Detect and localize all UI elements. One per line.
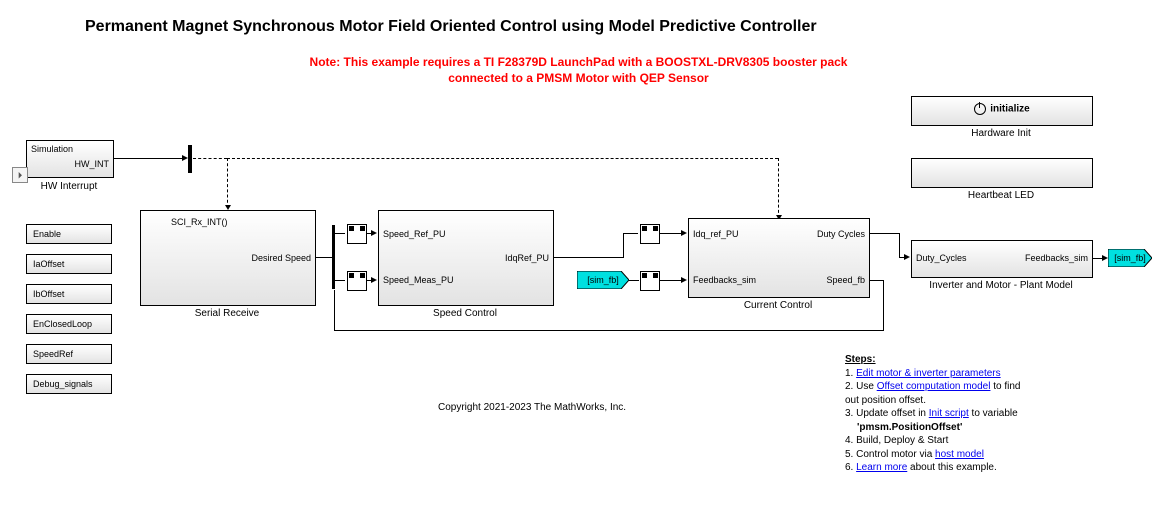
block-hw-interrupt[interactable]: Simulation HW_INT bbox=[26, 140, 114, 178]
note-line-1: Note: This example requires a TI F28379D… bbox=[0, 55, 1157, 69]
datastore-enclosedloop[interactable]: EnClosedLoop bbox=[26, 314, 112, 334]
page-title: Permanent Magnet Synchronous Motor Field… bbox=[85, 18, 817, 36]
datastore-debug-label: Debug_signals bbox=[33, 379, 93, 389]
from-tag-sim-fb[interactable]: [sim_fb] bbox=[577, 271, 629, 289]
datastore-iaoffset[interactable]: IaOffset bbox=[26, 254, 112, 274]
function-call-initiator bbox=[188, 145, 192, 173]
wire-sfb-back bbox=[334, 330, 884, 331]
wire-rc4 bbox=[659, 280, 681, 281]
wire-sfb-v bbox=[883, 280, 884, 330]
datastore-enable[interactable]: Enable bbox=[26, 224, 112, 244]
arrow-rc3 bbox=[681, 230, 687, 236]
port-hw-int-out: HW_INT bbox=[75, 159, 110, 169]
dash-v2 bbox=[778, 158, 779, 218]
datastore-enclosedloop-label: EnClosedLoop bbox=[33, 319, 92, 329]
dash-v1 bbox=[227, 158, 228, 208]
wire-sc-up bbox=[623, 233, 624, 258]
goto-tag-text: [sim_fb] bbox=[1114, 253, 1146, 263]
arrow-rc1 bbox=[371, 230, 377, 236]
block-heartbeat[interactable] bbox=[911, 158, 1093, 188]
wire-demux-top bbox=[335, 233, 345, 234]
rateconv-2[interactable] bbox=[347, 271, 367, 291]
power-icon bbox=[974, 103, 986, 115]
link-learn-more[interactable]: Learn more bbox=[856, 462, 907, 473]
steps-annotation: Steps: 1. Edit motor & inverter paramete… bbox=[845, 353, 1145, 475]
port-idqref-pu: IdqRef_PU bbox=[505, 253, 549, 263]
wire-sfb-v2 bbox=[334, 290, 335, 331]
rateconv-1[interactable] bbox=[347, 224, 367, 244]
link-host-model[interactable]: host model bbox=[935, 449, 984, 460]
port-feedbacks-sim-in: Feedbacks_sim bbox=[693, 275, 756, 285]
dash-h2 bbox=[227, 158, 778, 159]
label-hw-interrupt: HW Interrupt bbox=[26, 181, 112, 192]
copyright: Copyright 2021-2023 The MathWorks, Inc. bbox=[438, 402, 626, 413]
block-plant[interactable]: Duty_Cycles Feedbacks_sim bbox=[911, 240, 1093, 278]
dash-h1 bbox=[193, 158, 227, 159]
steps-header: Steps: bbox=[845, 353, 1145, 367]
wire-duty-v bbox=[899, 233, 900, 257]
wire-sfb-1 bbox=[869, 280, 883, 281]
port-desired-speed: Desired Speed bbox=[251, 253, 311, 263]
wire-sc-up-h bbox=[623, 233, 638, 234]
block-current-control[interactable]: Idq_ref_PU Feedbacks_sim Duty Cycles Spe… bbox=[688, 218, 870, 298]
arrow-duty bbox=[904, 254, 910, 260]
datastore-iboffset[interactable]: IbOffset bbox=[26, 284, 112, 304]
port-speed-meas-pu: Speed_Meas_PU bbox=[383, 275, 454, 285]
wire-hwint-out bbox=[113, 158, 182, 159]
wire-plant-out bbox=[1092, 258, 1102, 259]
port-idq-ref-pu: Idq_ref_PU bbox=[693, 229, 739, 239]
block-serial-receive[interactable]: SCI_Rx_INT() Desired Speed bbox=[140, 210, 316, 306]
datastore-debug[interactable]: Debug_signals bbox=[26, 374, 112, 394]
arrow-rc2 bbox=[371, 277, 377, 283]
label-plant: Inverter and Motor - Plant Model bbox=[911, 280, 1091, 291]
wire-rc3 bbox=[659, 233, 681, 234]
datastore-enable-label: Enable bbox=[33, 229, 61, 239]
rateconv-4[interactable] bbox=[640, 271, 660, 291]
label-hw-init: Hardware Init bbox=[911, 128, 1091, 139]
port-plant-duty: Duty_Cycles bbox=[916, 253, 967, 263]
from-tag-text: [sim_fb] bbox=[587, 275, 619, 285]
link-offset-model[interactable]: Offset computation model bbox=[877, 381, 991, 392]
goto-tag-sim-fb[interactable]: [sim_fb] bbox=[1108, 249, 1152, 267]
datastore-speedref-label: SpeedRef bbox=[33, 349, 73, 359]
wire-sr-demux bbox=[315, 257, 332, 258]
wire-sc-out bbox=[553, 257, 623, 258]
arrow-rc4 bbox=[681, 277, 687, 283]
port-plant-feedbacks: Feedbacks_sim bbox=[1025, 253, 1088, 263]
label-heartbeat: Heartbeat LED bbox=[911, 190, 1091, 201]
port-speed-fb: Speed_fb bbox=[826, 275, 865, 285]
datastore-iboffset-label: IbOffset bbox=[33, 289, 64, 299]
port-duty-cycles: Duty Cycles bbox=[817, 229, 865, 239]
serial-receive-title: SCI_Rx_INT() bbox=[171, 217, 228, 227]
block-speed-control[interactable]: Speed_Ref_PU Speed_Meas_PU IdqRef_PU bbox=[378, 210, 554, 306]
label-current-control: Current Control bbox=[688, 300, 868, 311]
hw-init-text: initialize bbox=[990, 104, 1029, 115]
label-speed-control: Speed Control bbox=[378, 308, 552, 319]
wire-demux-bot bbox=[335, 280, 345, 281]
block-hw-init[interactable]: initialize bbox=[911, 96, 1093, 126]
wire-from-tag bbox=[629, 280, 639, 281]
hw-interrupt-inner-label: Simulation bbox=[31, 144, 73, 154]
datastore-speedref[interactable]: SpeedRef bbox=[26, 344, 112, 364]
hw-init-inner: initialize bbox=[912, 103, 1092, 115]
wire-duty bbox=[869, 233, 899, 234]
note-line-2: connected to a PMSM Motor with QEP Senso… bbox=[0, 71, 1157, 85]
label-serial-receive: Serial Receive bbox=[140, 308, 314, 319]
rateconv-3[interactable] bbox=[640, 224, 660, 244]
port-speed-ref-pu: Speed_Ref_PU bbox=[383, 229, 446, 239]
link-edit-params[interactable]: Edit motor & inverter parameters bbox=[856, 368, 1001, 379]
datastore-iaoffset-label: IaOffset bbox=[33, 259, 64, 269]
link-init-script[interactable]: Init script bbox=[929, 408, 969, 419]
